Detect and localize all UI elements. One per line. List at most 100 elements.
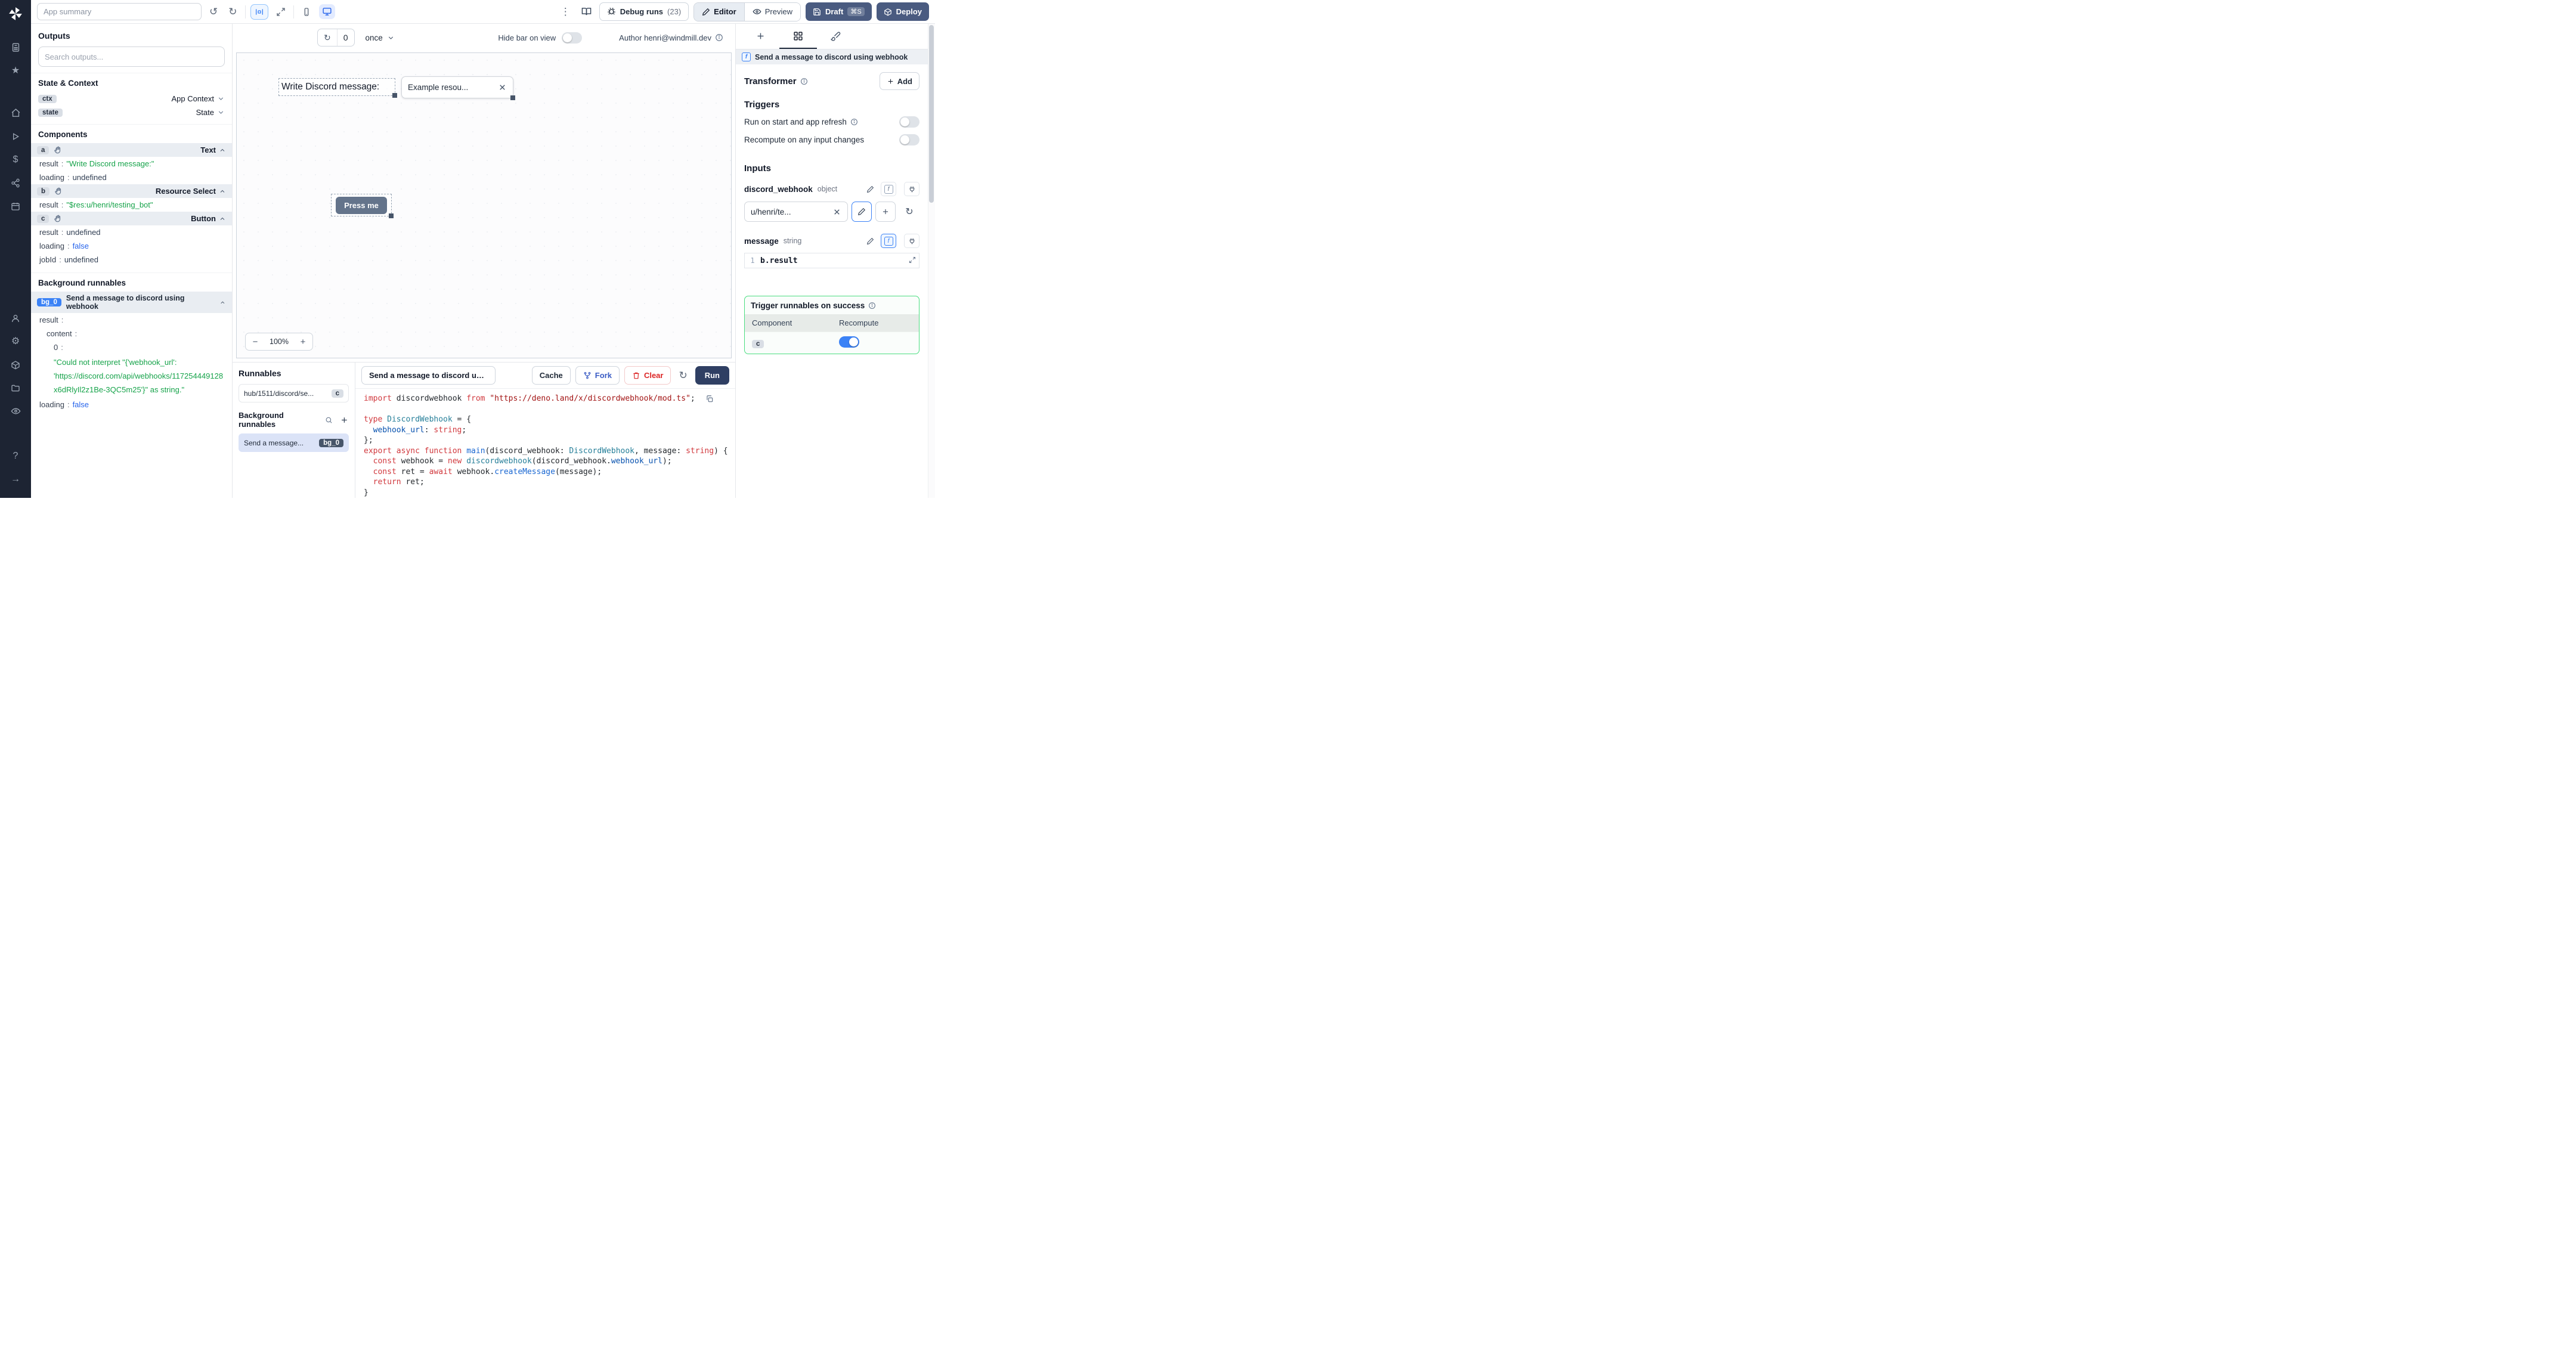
- hide-bar-toggle[interactable]: [562, 32, 583, 44]
- windmill-logo-icon[interactable]: [8, 6, 23, 21]
- component-alignment-button[interactable]: [250, 4, 268, 20]
- resize-handle[interactable]: [389, 213, 394, 218]
- debug-runs-button[interactable]: Debug runs (23): [599, 2, 689, 21]
- preview-tab[interactable]: Preview: [744, 2, 800, 21]
- plug-icon[interactable]: [904, 234, 919, 248]
- connect-fx-icon-active[interactable]: f: [881, 234, 896, 248]
- help-question-icon[interactable]: ?: [0, 444, 31, 467]
- clear-button[interactable]: Clear: [624, 366, 671, 385]
- schedule-dropdown[interactable]: once: [366, 33, 395, 42]
- code-editor[interactable]: import discordwebhook from "https://deno…: [355, 389, 735, 498]
- ctx-row[interactable]: ctx App Context: [31, 92, 232, 106]
- styling-tab[interactable]: [817, 24, 854, 49]
- desktop-view-button[interactable]: [318, 4, 335, 19]
- zoom-in-button[interactable]: +: [293, 333, 312, 350]
- cache-button[interactable]: Cache: [531, 366, 571, 385]
- state-row[interactable]: state State: [31, 106, 232, 119]
- zoom-level: 100%: [270, 337, 289, 346]
- divider: [244, 5, 246, 18]
- chevron-down-icon: [218, 111, 224, 114]
- text-component[interactable]: Write Discord message:: [278, 78, 397, 98]
- fullscreen-button[interactable]: [273, 5, 289, 19]
- app-summary-input[interactable]: [37, 3, 202, 20]
- copy-code-icon[interactable]: [705, 395, 714, 403]
- recompute-on-change-toggle[interactable]: [899, 134, 919, 145]
- press-me-button[interactable]: Press me: [336, 196, 387, 214]
- bg-runnable-item-selected[interactable]: Send a message... bg_0: [239, 433, 349, 452]
- recompute-c-toggle[interactable]: [839, 336, 859, 348]
- author-label: Author henri@windmill.dev: [619, 33, 711, 42]
- static-pencil-icon[interactable]: [862, 182, 878, 196]
- plus-icon: [883, 209, 888, 215]
- component-b-header[interactable]: b Resource Select: [31, 184, 232, 198]
- input-type: string: [783, 237, 802, 245]
- run-on-start-toggle[interactable]: [899, 116, 919, 128]
- component-settings-panel: f Send a message to discord using webhoo…: [736, 24, 935, 498]
- background-runnables-title: Background runnables: [31, 272, 232, 292]
- chevron-up-icon: [220, 190, 225, 193]
- apps-icon[interactable]: [0, 36, 31, 59]
- audit-eye-icon[interactable]: [0, 399, 31, 423]
- edit-resource-button[interactable]: [852, 202, 872, 222]
- search-outputs-input[interactable]: [38, 47, 225, 67]
- runnable-item[interactable]: hub/1511/discord/se... c: [239, 384, 349, 402]
- component-settings-tab[interactable]: [779, 24, 817, 49]
- refresh-count-pill[interactable]: ↻ 0: [317, 29, 355, 47]
- favorites-star-icon[interactable]: ★: [0, 59, 31, 82]
- run-button[interactable]: Run: [695, 366, 729, 385]
- rerun-icon-button[interactable]: ↻: [676, 368, 690, 383]
- connect-fx-icon[interactable]: f: [881, 182, 896, 196]
- component-c-header[interactable]: c Button: [31, 212, 232, 225]
- runs-play-icon[interactable]: [0, 125, 31, 148]
- triggers-title: Triggers: [744, 100, 780, 110]
- resize-handle[interactable]: [510, 95, 515, 100]
- clear-x-icon[interactable]: [832, 207, 841, 216]
- message-expression-editor[interactable]: 1 b.result: [744, 253, 919, 268]
- folders-icon[interactable]: [0, 376, 31, 399]
- add-runnable-plus-icon[interactable]: [340, 416, 349, 425]
- editor-tab[interactable]: Editor: [694, 2, 744, 21]
- settings-gear-icon[interactable]: ⚙: [0, 330, 31, 353]
- collapse-arrow-icon[interactable]: →: [0, 467, 31, 491]
- state-badge: state: [38, 108, 63, 117]
- info-icon: [850, 119, 857, 125]
- app-canvas[interactable]: Write Discord message: Example resou... …: [236, 52, 732, 358]
- flows-share-icon[interactable]: [0, 171, 31, 194]
- search-icon[interactable]: [325, 416, 333, 424]
- component-a-header[interactable]: a Text: [31, 143, 232, 157]
- refresh-resources-button[interactable]: ↻: [899, 202, 919, 222]
- insert-component-tab[interactable]: [742, 24, 779, 49]
- topbar: ↺ ↻ ⋮ Debug runs (23: [31, 0, 935, 24]
- fork-button[interactable]: Fork: [575, 366, 620, 385]
- bg0-header[interactable]: bg_0 Send a message to discord using web…: [31, 292, 232, 313]
- clear-x-icon[interactable]: [498, 83, 507, 92]
- scrollbar[interactable]: [928, 24, 935, 498]
- outputs-title: Outputs: [38, 31, 70, 41]
- mobile-view-button[interactable]: [299, 5, 314, 19]
- variables-dollar-icon[interactable]: $: [0, 148, 31, 171]
- add-transformer-button[interactable]: Add: [879, 72, 919, 90]
- resource-value-input[interactable]: u/henri/te...: [744, 202, 848, 222]
- undo-button[interactable]: ↺: [206, 4, 221, 19]
- script-tab[interactable]: Send a message to discord using: [361, 366, 496, 385]
- deploy-button[interactable]: Deploy: [876, 2, 929, 21]
- zoom-out-button[interactable]: −: [246, 333, 265, 350]
- create-resource-button[interactable]: [875, 202, 896, 222]
- schedules-calendar-icon[interactable]: [0, 194, 31, 218]
- scrollbar-thumb[interactable]: [929, 25, 934, 203]
- resources-box-icon[interactable]: [0, 353, 31, 376]
- kv-line: result: undefined: [39, 227, 101, 237]
- redo-button[interactable]: ↻: [225, 4, 240, 19]
- resize-handle[interactable]: [392, 93, 397, 98]
- expand-editor-icon[interactable]: [909, 256, 916, 264]
- static-pencil-icon[interactable]: [862, 234, 878, 248]
- home-icon[interactable]: [0, 101, 31, 125]
- plug-icon[interactable]: [904, 182, 919, 196]
- button-component-cell[interactable]: Press me: [331, 194, 394, 218]
- resource-select-component[interactable]: Example resou...: [401, 76, 515, 100]
- users-icon[interactable]: [0, 306, 31, 330]
- more-menu-button[interactable]: ⋮: [558, 4, 574, 19]
- draft-button[interactable]: Draft ⌘S: [805, 2, 872, 21]
- docs-book-icon[interactable]: [578, 4, 595, 19]
- col-component: Component: [752, 318, 792, 327]
